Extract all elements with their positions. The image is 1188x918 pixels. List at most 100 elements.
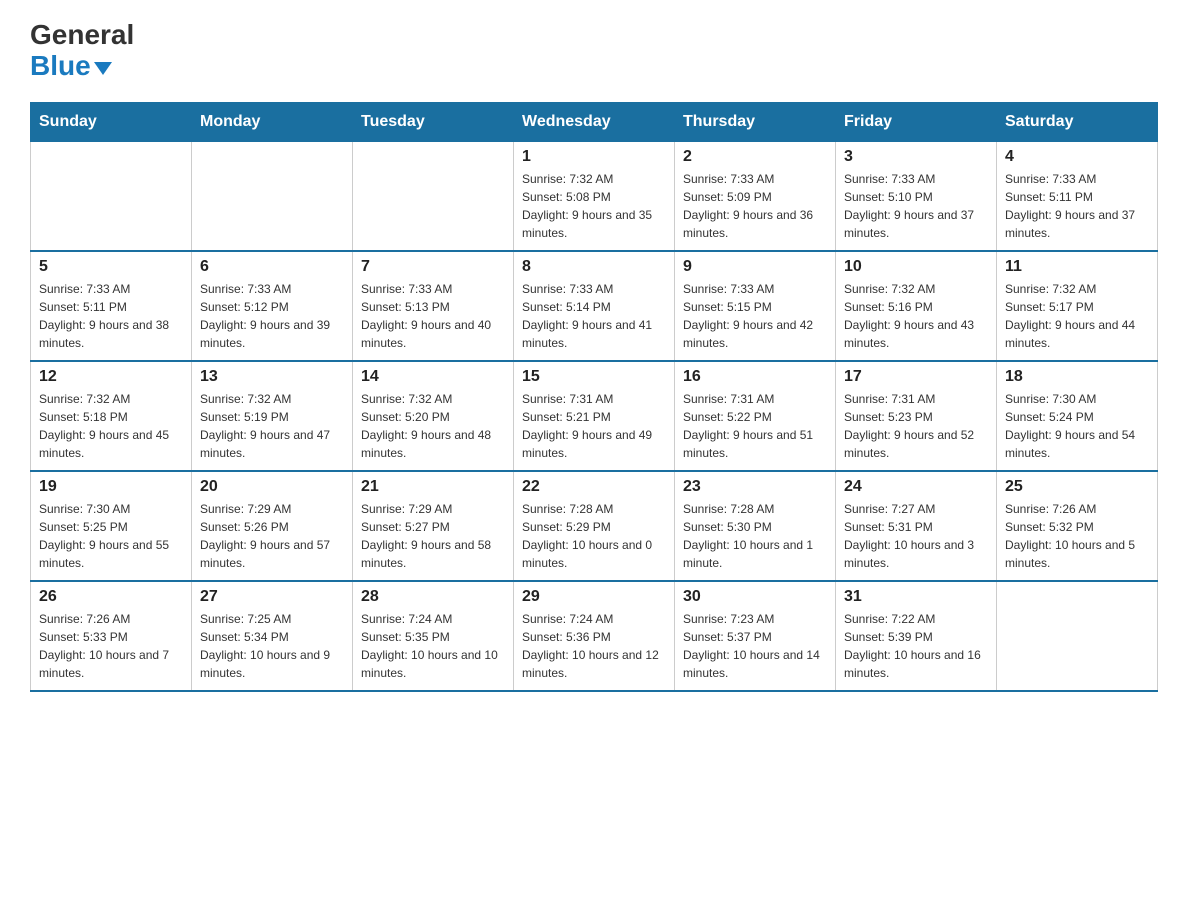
day-info: Sunrise: 7:30 AM Sunset: 5:24 PM Dayligh… [1005,390,1149,462]
calendar-header-thursday: Thursday [675,102,836,141]
day-info: Sunrise: 7:29 AM Sunset: 5:27 PM Dayligh… [361,500,505,572]
calendar-header-friday: Friday [836,102,997,141]
calendar-table: SundayMondayTuesdayWednesdayThursdayFrid… [30,102,1158,693]
calendar-cell: 11 Sunrise: 7:32 AM Sunset: 5:17 PM Dayli… [997,251,1158,361]
day-number: 24 [844,478,988,496]
calendar-header-wednesday: Wednesday [514,102,675,141]
day-info: Sunrise: 7:32 AM Sunset: 5:17 PM Dayligh… [1005,280,1149,352]
day-info: Sunrise: 7:28 AM Sunset: 5:30 PM Dayligh… [683,500,827,572]
day-info: Sunrise: 7:30 AM Sunset: 5:25 PM Dayligh… [39,500,183,572]
day-info: Sunrise: 7:32 AM Sunset: 5:18 PM Dayligh… [39,390,183,462]
day-info: Sunrise: 7:31 AM Sunset: 5:21 PM Dayligh… [522,390,666,462]
day-number: 26 [39,588,183,606]
day-info: Sunrise: 7:33 AM Sunset: 5:15 PM Dayligh… [683,280,827,352]
day-info: Sunrise: 7:31 AM Sunset: 5:23 PM Dayligh… [844,390,988,462]
logo-triangle-icon [94,62,112,75]
calendar-header-row: SundayMondayTuesdayWednesdayThursdayFrid… [31,102,1158,141]
day-number: 7 [361,258,505,276]
calendar-cell: 7 Sunrise: 7:33 AM Sunset: 5:13 PM Daylig… [353,251,514,361]
day-number: 27 [200,588,344,606]
day-number: 19 [39,478,183,496]
day-number: 25 [1005,478,1149,496]
calendar-cell: 9 Sunrise: 7:33 AM Sunset: 5:15 PM Daylig… [675,251,836,361]
day-number: 23 [683,478,827,496]
calendar-cell: 18 Sunrise: 7:30 AM Sunset: 5:24 PM Dayli… [997,361,1158,471]
calendar-cell: 26 Sunrise: 7:26 AM Sunset: 5:33 PM Dayli… [31,581,192,691]
day-info: Sunrise: 7:23 AM Sunset: 5:37 PM Dayligh… [683,610,827,682]
calendar-cell: 6Sunrise: 7:33 AM Sunset: 5:12 PM Daylig… [192,251,353,361]
calendar-cell: 2 Sunrise: 7:33 AM Sunset: 5:09 PM Daylig… [675,141,836,251]
day-number: 22 [522,478,666,496]
day-number: 28 [361,588,505,606]
logo: General Blue [30,20,134,82]
calendar-cell: 10Sunrise: 7:32 AM Sunset: 5:16 PM Dayli… [836,251,997,361]
day-number: 2 [683,148,827,166]
calendar-week-3: 19 Sunrise: 7:30 AM Sunset: 5:25 PM Dayli… [31,471,1158,581]
day-info: Sunrise: 7:33 AM Sunset: 5:10 PM Dayligh… [844,170,988,242]
calendar-cell: 17 Sunrise: 7:31 AM Sunset: 5:23 PM Dayli… [836,361,997,471]
day-info: Sunrise: 7:33 AM Sunset: 5:12 PM Dayligh… [200,280,344,352]
day-number: 5 [39,258,183,276]
calendar-header-monday: Monday [192,102,353,141]
calendar-cell: 27 Sunrise: 7:25 AM Sunset: 5:34 PM Dayli… [192,581,353,691]
day-info: Sunrise: 7:22 AM Sunset: 5:39 PM Dayligh… [844,610,988,682]
day-number: 17 [844,368,988,386]
calendar-cell: 3 Sunrise: 7:33 AM Sunset: 5:10 PM Daylig… [836,141,997,251]
page-header: General Blue [30,20,1158,82]
calendar-header-tuesday: Tuesday [353,102,514,141]
calendar-cell [192,141,353,251]
calendar-cell: 30 Sunrise: 7:23 AM Sunset: 5:37 PM Dayli… [675,581,836,691]
day-info: Sunrise: 7:29 AM Sunset: 5:26 PM Dayligh… [200,500,344,572]
day-number: 30 [683,588,827,606]
day-info: Sunrise: 7:26 AM Sunset: 5:33 PM Dayligh… [39,610,183,682]
day-info: Sunrise: 7:31 AM Sunset: 5:22 PM Dayligh… [683,390,827,462]
day-info: Sunrise: 7:28 AM Sunset: 5:29 PM Dayligh… [522,500,666,572]
day-number: 13 [200,368,344,386]
calendar-week-1: 5 Sunrise: 7:33 AM Sunset: 5:11 PM Daylig… [31,251,1158,361]
calendar-cell: 19 Sunrise: 7:30 AM Sunset: 5:25 PM Dayli… [31,471,192,581]
calendar-cell: 1 Sunrise: 7:32 AM Sunset: 5:08 PM Daylig… [514,141,675,251]
logo-blue: Blue [30,51,134,82]
calendar-cell: 21Sunrise: 7:29 AM Sunset: 5:27 PM Dayli… [353,471,514,581]
day-info: Sunrise: 7:32 AM Sunset: 5:19 PM Dayligh… [200,390,344,462]
calendar-cell: 4 Sunrise: 7:33 AM Sunset: 5:11 PM Daylig… [997,141,1158,251]
calendar-cell: 20 Sunrise: 7:29 AM Sunset: 5:26 PM Dayli… [192,471,353,581]
day-number: 9 [683,258,827,276]
day-info: Sunrise: 7:26 AM Sunset: 5:32 PM Dayligh… [1005,500,1149,572]
day-number: 11 [1005,258,1149,276]
calendar-week-4: 26 Sunrise: 7:26 AM Sunset: 5:33 PM Dayli… [31,581,1158,691]
calendar-cell: 24 Sunrise: 7:27 AM Sunset: 5:31 PM Dayli… [836,471,997,581]
calendar-cell: 23 Sunrise: 7:28 AM Sunset: 5:30 PM Dayli… [675,471,836,581]
day-info: Sunrise: 7:32 AM Sunset: 5:20 PM Dayligh… [361,390,505,462]
calendar-week-2: 12Sunrise: 7:32 AM Sunset: 5:18 PM Dayli… [31,361,1158,471]
calendar-cell: 16 Sunrise: 7:31 AM Sunset: 5:22 PM Dayli… [675,361,836,471]
calendar-cell: 12Sunrise: 7:32 AM Sunset: 5:18 PM Dayli… [31,361,192,471]
day-info: Sunrise: 7:33 AM Sunset: 5:13 PM Dayligh… [361,280,505,352]
day-info: Sunrise: 7:32 AM Sunset: 5:08 PM Dayligh… [522,170,666,242]
day-number: 18 [1005,368,1149,386]
day-info: Sunrise: 7:25 AM Sunset: 5:34 PM Dayligh… [200,610,344,682]
day-number: 16 [683,368,827,386]
day-number: 4 [1005,148,1149,166]
calendar-cell: 8Sunrise: 7:33 AM Sunset: 5:14 PM Daylig… [514,251,675,361]
day-info: Sunrise: 7:33 AM Sunset: 5:11 PM Dayligh… [39,280,183,352]
day-number: 3 [844,148,988,166]
calendar-cell: 22 Sunrise: 7:28 AM Sunset: 5:29 PM Dayli… [514,471,675,581]
calendar-cell [353,141,514,251]
calendar-cell: 25 Sunrise: 7:26 AM Sunset: 5:32 PM Dayli… [997,471,1158,581]
day-number: 15 [522,368,666,386]
calendar-cell: 5 Sunrise: 7:33 AM Sunset: 5:11 PM Daylig… [31,251,192,361]
day-number: 1 [522,148,666,166]
calendar-cell: 29Sunrise: 7:24 AM Sunset: 5:36 PM Dayli… [514,581,675,691]
day-info: Sunrise: 7:24 AM Sunset: 5:35 PM Dayligh… [361,610,505,682]
day-info: Sunrise: 7:32 AM Sunset: 5:16 PM Dayligh… [844,280,988,352]
day-info: Sunrise: 7:33 AM Sunset: 5:11 PM Dayligh… [1005,170,1149,242]
day-number: 20 [200,478,344,496]
logo-general: General [30,20,134,51]
day-info: Sunrise: 7:33 AM Sunset: 5:09 PM Dayligh… [683,170,827,242]
day-info: Sunrise: 7:27 AM Sunset: 5:31 PM Dayligh… [844,500,988,572]
calendar-cell: 15 Sunrise: 7:31 AM Sunset: 5:21 PM Dayli… [514,361,675,471]
calendar-cell: 13 Sunrise: 7:32 AM Sunset: 5:19 PM Dayli… [192,361,353,471]
calendar-cell: 31Sunrise: 7:22 AM Sunset: 5:39 PM Dayli… [836,581,997,691]
calendar-cell [31,141,192,251]
